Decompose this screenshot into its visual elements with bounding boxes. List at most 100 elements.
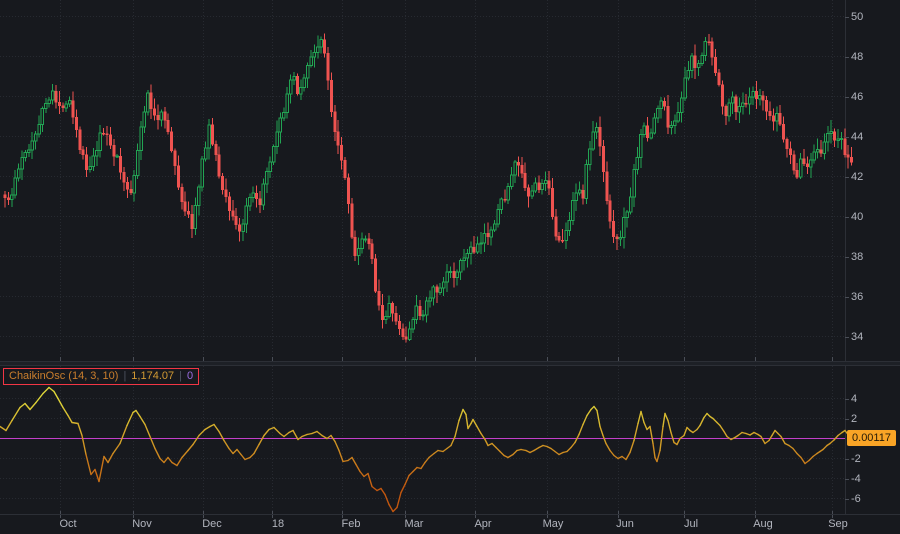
candle xyxy=(255,185,258,207)
candle xyxy=(813,145,816,164)
time-axis-tick xyxy=(133,515,134,518)
time-axis-label[interactable]: May xyxy=(543,518,564,530)
time-axis-label[interactable]: Jul xyxy=(684,518,698,530)
axis-tick xyxy=(845,337,849,338)
axis-tick xyxy=(845,399,849,400)
time-axis-label[interactable]: 18 xyxy=(272,518,284,530)
candle xyxy=(300,80,303,100)
time-axis-tick xyxy=(272,515,273,518)
candle xyxy=(198,185,201,216)
time-axis[interactable]: Oct Nov Dec 18 Feb Mar Apr May Jun Jul Aug Sep xyxy=(0,514,900,534)
axis-tick xyxy=(845,17,849,18)
candle xyxy=(48,97,51,107)
candle xyxy=(79,127,82,155)
candle xyxy=(164,107,167,128)
candle xyxy=(371,239,374,264)
time-axis-label[interactable]: Oct xyxy=(59,518,76,530)
time-axis-tick xyxy=(203,515,204,518)
candle xyxy=(646,117,649,142)
candle xyxy=(500,197,503,214)
candle xyxy=(599,116,602,156)
candle xyxy=(143,106,146,133)
candle xyxy=(184,192,187,216)
candle xyxy=(374,254,377,293)
candle xyxy=(259,191,262,213)
candle xyxy=(487,223,490,246)
candle xyxy=(786,138,789,158)
indicator-zero-value: 0 xyxy=(187,370,193,383)
candle xyxy=(521,157,524,178)
axis-tick xyxy=(845,419,849,420)
candle xyxy=(463,249,466,270)
price-grid-layer xyxy=(0,0,845,361)
candle xyxy=(283,107,286,120)
candle xyxy=(62,103,65,113)
price-axis-label: 38 xyxy=(851,250,863,264)
price-pane[interactable] xyxy=(0,0,900,361)
candle xyxy=(459,258,462,280)
candle xyxy=(408,322,411,341)
candle xyxy=(527,185,530,208)
candle xyxy=(674,115,677,134)
time-axis-label[interactable]: Feb xyxy=(342,518,361,530)
candle xyxy=(334,105,337,141)
candle xyxy=(602,140,605,182)
candle xyxy=(340,137,343,170)
time-axis-label[interactable]: Apr xyxy=(474,518,491,530)
candle xyxy=(742,93,745,115)
candle xyxy=(313,45,316,68)
candle xyxy=(109,127,112,149)
price-axis-label: 40 xyxy=(851,210,863,224)
candle xyxy=(490,226,493,245)
axis-tick xyxy=(845,297,849,298)
candle xyxy=(232,200,235,220)
candle xyxy=(119,148,122,179)
time-axis-label[interactable]: Sep xyxy=(828,518,848,530)
candle xyxy=(623,207,626,248)
candle xyxy=(181,183,184,209)
indicator-legend[interactable]: ChaikinOsc (14, 3, 10) | 1,174.07 | 0 xyxy=(3,368,199,385)
oscillator-pane[interactable]: ChaikinOsc (14, 3, 10) | 1,174.07 | 0 xyxy=(0,366,900,514)
candle xyxy=(130,181,133,195)
candle xyxy=(106,126,109,146)
time-axis-label[interactable]: Nov xyxy=(132,518,152,530)
candle xyxy=(269,156,272,177)
candle xyxy=(504,190,507,203)
candle xyxy=(51,84,54,105)
candle xyxy=(395,306,398,325)
axis-tick xyxy=(845,217,849,218)
candle xyxy=(102,128,105,136)
candle xyxy=(225,178,228,202)
candle xyxy=(191,205,194,238)
candle xyxy=(150,84,153,119)
time-axis-label[interactable]: Jun xyxy=(616,518,634,530)
price-axis-label: 48 xyxy=(851,50,863,64)
candle xyxy=(606,162,609,205)
candle xyxy=(731,92,734,114)
candle xyxy=(439,283,442,295)
candle xyxy=(748,87,751,114)
time-axis-tick xyxy=(475,515,476,518)
candle xyxy=(582,184,585,204)
time-axis-tick xyxy=(832,515,833,518)
candle xyxy=(497,204,500,227)
candle xyxy=(429,291,432,308)
candle xyxy=(633,164,636,207)
candle xyxy=(541,179,544,195)
time-axis-label[interactable]: Mar xyxy=(405,518,424,530)
candle xyxy=(728,99,731,122)
candle xyxy=(456,269,459,285)
candle xyxy=(323,34,326,58)
legend-separator-icon: | xyxy=(179,370,182,383)
price-axis-label: 34 xyxy=(851,330,863,344)
candle xyxy=(561,229,564,243)
chaikin-oscillator-chart xyxy=(0,366,900,514)
indicator-title[interactable]: ChaikinOsc (14, 3, 10) xyxy=(9,370,118,383)
candle xyxy=(17,164,20,182)
time-axis-label[interactable]: Dec xyxy=(202,518,222,530)
candle xyxy=(667,95,670,134)
time-axis-label[interactable]: Aug xyxy=(753,518,773,530)
axis-tick xyxy=(845,499,849,500)
candle xyxy=(650,129,653,140)
candle xyxy=(4,191,7,208)
